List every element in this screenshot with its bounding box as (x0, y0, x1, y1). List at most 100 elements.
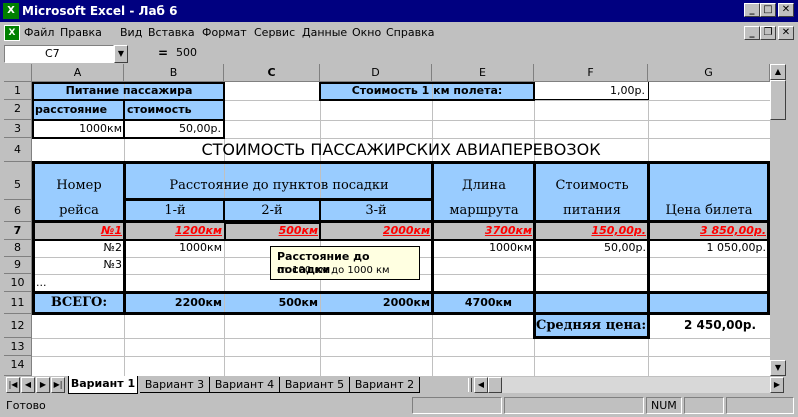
scroll-down-button[interactable]: ▼ (770, 360, 786, 376)
tab-variant-4[interactable]: Вариант 4 (210, 377, 280, 393)
hdr-stop-3[interactable]: 3-й (321, 203, 431, 219)
minimize-button[interactable]: _ (744, 3, 760, 17)
menu-help[interactable]: Справка (386, 26, 434, 39)
sheet-title[interactable]: СТОИМОСТЬ ПАССАЖИРСКИХ АВИАПЕРЕВОЗОК (32, 141, 770, 159)
hdr-distance[interactable]: Расстояние до пунктов посадки (126, 178, 432, 194)
hdr-ticket-price[interactable]: Цена билета (650, 203, 768, 219)
maximize-button[interactable]: □ (760, 3, 776, 17)
row-header-13[interactable]: 13 (4, 338, 32, 356)
cell-e7[interactable]: 3700км (434, 223, 532, 239)
row-header-9[interactable]: 9 (4, 257, 32, 274)
tab-last-button[interactable]: ▶| (51, 377, 65, 393)
scroll-thumb[interactable] (770, 80, 786, 120)
hdr-length-line1[interactable]: Длина (434, 178, 534, 194)
row-header-7[interactable]: 7 (4, 222, 32, 240)
menu-data[interactable]: Данные (302, 26, 347, 39)
cell-total-e[interactable]: 4700км (434, 295, 512, 311)
row-header-4[interactable]: 4 (4, 138, 32, 162)
menu-window[interactable]: Окно (352, 26, 381, 39)
hdr-meal-line2[interactable]: питания (536, 203, 648, 219)
border (32, 312, 770, 315)
cell-g8[interactable]: 1 050,00р. (650, 240, 766, 256)
cell-c7[interactable]: 500км (226, 223, 318, 239)
menu-file[interactable]: Файл (24, 26, 54, 39)
tab-variant-2[interactable]: Вариант 2 (350, 377, 420, 393)
tab-first-button[interactable]: |◀ (6, 377, 20, 393)
hdr-stop-1[interactable]: 1-й (126, 203, 224, 219)
col-header-f[interactable]: F (534, 64, 648, 82)
cell-g7[interactable]: 3 850,00р. (650, 223, 766, 239)
cell-avg-value[interactable]: 2 450,00р. (650, 317, 756, 333)
cell-total-c[interactable]: 500км (226, 295, 318, 311)
name-box[interactable]: C7 (4, 45, 114, 63)
doc-minimize-button[interactable]: _ (744, 26, 760, 40)
menu-edit[interactable]: Правка (60, 26, 102, 39)
menu-view[interactable]: Вид (120, 26, 142, 39)
tab-next-button[interactable]: ▶ (36, 377, 50, 393)
hscroll-right-button[interactable]: ▶ (770, 377, 784, 393)
cell-b3[interactable]: 50,00р. (125, 121, 221, 137)
tab-variant-5[interactable]: Вариант 5 (280, 377, 350, 393)
name-box-dropdown[interactable]: ▼ (114, 45, 128, 63)
tab-variant-3[interactable]: Вариант 3 (140, 377, 210, 393)
horizontal-scroll-track[interactable] (488, 377, 770, 393)
formula-input[interactable]: 500 (172, 45, 794, 63)
menu-format[interactable]: Формат (202, 26, 247, 39)
cell-e8[interactable]: 1000км (434, 240, 532, 256)
hdr-number-line2[interactable]: рейса (35, 203, 123, 219)
col-header-c[interactable]: C (224, 64, 320, 82)
row-header-2[interactable]: 2 (4, 100, 32, 120)
col-header-e[interactable]: E (432, 64, 534, 82)
cell-total-label[interactable]: ВСЕГО: (35, 295, 123, 311)
cell-f8[interactable]: 50,00р. (536, 240, 646, 256)
row-header-12[interactable]: 12 (4, 314, 32, 338)
cell-d1[interactable]: Стоимость 1 км полета: (320, 83, 534, 99)
col-header-d[interactable]: D (320, 64, 432, 82)
close-button[interactable]: ✕ (778, 3, 794, 17)
col-header-g[interactable]: G (648, 64, 770, 82)
scroll-up-button[interactable]: ▲ (770, 64, 786, 80)
row-header-5[interactable]: 5 (4, 162, 32, 200)
hdr-stop-2[interactable]: 2-й (225, 203, 319, 219)
row-header-11[interactable]: 11 (4, 292, 32, 314)
vertical-scrollbar[interactable]: ▲ ▼ (770, 64, 787, 376)
cell-f1[interactable]: 1,00р. (535, 83, 645, 99)
col-header-b[interactable]: B (124, 64, 224, 82)
cell-a1[interactable]: Питание пассажира (34, 83, 224, 99)
tab-prev-button[interactable]: ◀ (21, 377, 35, 393)
cell-a2[interactable]: расстояние (35, 102, 107, 118)
cell-b8[interactable]: 1000км (126, 240, 222, 256)
hscroll-left-button[interactable]: ◀ (474, 377, 488, 393)
menu-insert[interactable]: Вставка (148, 26, 195, 39)
row-header-3[interactable]: 3 (4, 120, 32, 138)
doc-close-button[interactable]: ✕ (778, 26, 794, 40)
cell-a3[interactable]: 1000км (34, 121, 122, 137)
menu-tools[interactable]: Сервис (254, 26, 295, 39)
hdr-meal-line1[interactable]: Стоимость (536, 178, 648, 194)
cell-a10[interactable]: ... (36, 275, 47, 291)
cell-total-b[interactable]: 2200км (126, 295, 222, 311)
cell-b7[interactable]: 1200км (126, 223, 222, 239)
row-header-14[interactable]: 14 (4, 356, 32, 376)
row-header-10[interactable]: 10 (4, 274, 32, 292)
cell-f7[interactable]: 150,00р. (536, 223, 646, 239)
tab-split-handle[interactable] (468, 378, 472, 392)
hdr-length-line2[interactable]: маршрута (434, 203, 534, 219)
equals-sign[interactable]: = (158, 46, 168, 60)
row-header-8[interactable]: 8 (4, 240, 32, 257)
tab-variant-1[interactable]: Вариант 1 (68, 376, 138, 394)
hdr-number-line1[interactable]: Номер (35, 178, 123, 194)
cell-a9[interactable]: №3 (35, 257, 122, 273)
select-all-corner[interactable] (4, 64, 32, 82)
hscroll-thumb[interactable] (488, 377, 502, 393)
cell-a8[interactable]: №2 (35, 240, 122, 256)
col-header-a[interactable]: A (32, 64, 124, 82)
cell-d7[interactable]: 2000км (322, 223, 430, 239)
row-header-1[interactable]: 1 (4, 82, 32, 100)
cell-avg-label[interactable]: Средняя цена: (536, 318, 646, 334)
cell-total-d[interactable]: 2000км (322, 295, 430, 311)
row-header-6[interactable]: 6 (4, 200, 32, 222)
cell-b2[interactable]: стоимость (127, 102, 192, 118)
cell-a7[interactable]: №1 (35, 223, 122, 239)
doc-restore-button[interactable]: ❐ (760, 26, 776, 40)
